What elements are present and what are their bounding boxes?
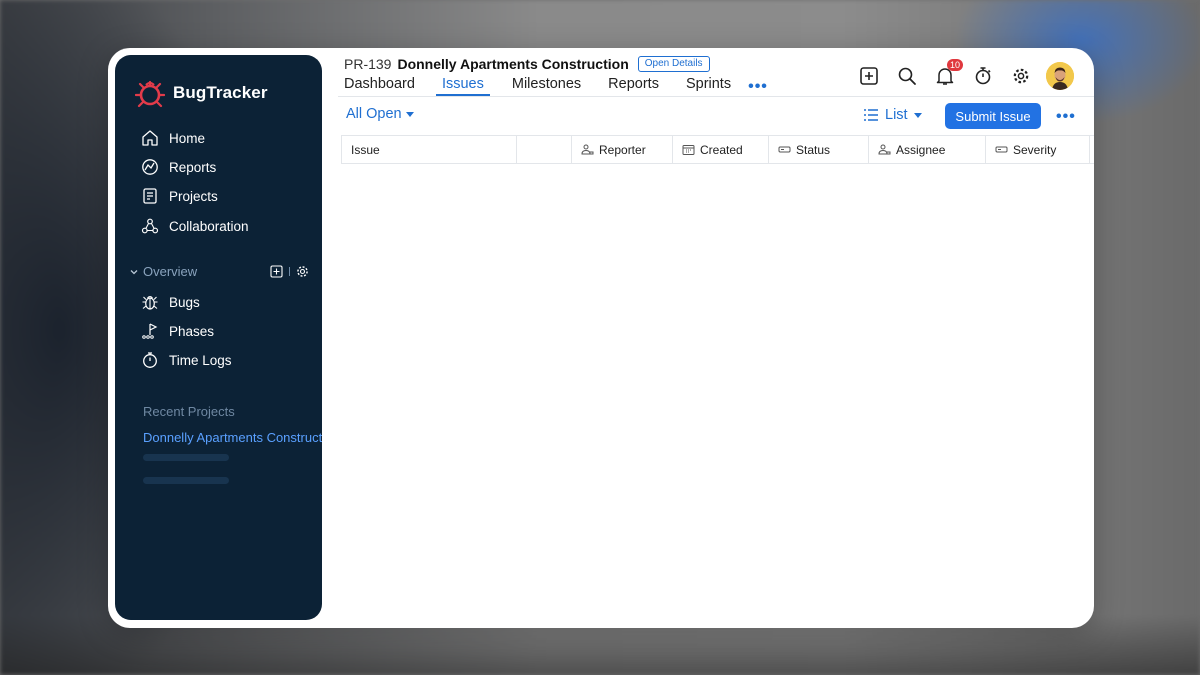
user-avatar[interactable] xyxy=(1046,62,1074,90)
caret-down-icon xyxy=(405,111,414,117)
tab-reports[interactable]: Reports xyxy=(608,76,659,95)
sidebar-item-label: Bugs xyxy=(169,294,200,310)
app-name: BugTracker xyxy=(173,83,268,102)
person-icon xyxy=(878,144,891,155)
header-divider xyxy=(338,96,1094,97)
sidebar-item-reports[interactable]: Reports xyxy=(141,158,216,176)
project-title: Donnelly Apartments Construction xyxy=(397,56,629,72)
overview-section-header[interactable]: Overview xyxy=(129,264,309,279)
view-label: List xyxy=(885,107,908,123)
main-content: PR-139 Donnelly Apartments Construction … xyxy=(338,48,1094,628)
status-icon xyxy=(778,146,791,153)
column-header-status[interactable]: Status xyxy=(769,136,869,163)
project-header: PR-139 Donnelly Apartments Construction … xyxy=(344,56,710,72)
column-header-assignee[interactable]: Assignee xyxy=(869,136,986,163)
chevron-down-icon xyxy=(130,269,138,274)
loading-placeholder xyxy=(143,477,229,484)
tab-milestones[interactable]: Milestones xyxy=(512,76,581,95)
more-options-button[interactable]: ••• xyxy=(1056,108,1076,126)
search-icon[interactable] xyxy=(896,65,918,87)
column-label: Severity xyxy=(1013,142,1057,157)
bell-icon[interactable]: 10 xyxy=(934,59,963,87)
issues-table-header: Issue Reporter Created Status Assignee S… xyxy=(341,135,1094,164)
sidebar-item-bugs[interactable]: Bugs xyxy=(141,293,200,311)
column-header-reporter[interactable]: Reporter xyxy=(572,136,673,163)
home-icon xyxy=(141,129,159,147)
bug-icon xyxy=(141,293,159,311)
notification-count: 10 xyxy=(946,59,963,71)
phases-icon xyxy=(141,322,159,340)
view-selector[interactable]: List xyxy=(863,107,922,123)
recent-project-link[interactable]: Donnelly Apartments Construction xyxy=(143,430,322,445)
column-label: Created xyxy=(700,142,743,157)
collaboration-icon xyxy=(141,217,159,235)
more-tabs-button[interactable]: ••• xyxy=(748,78,768,96)
timer-icon[interactable] xyxy=(972,65,994,87)
header-actions: 10 xyxy=(842,59,1074,90)
calendar-icon xyxy=(682,145,695,155)
projects-icon xyxy=(141,187,159,205)
recent-projects-label: Recent Projects xyxy=(143,404,235,419)
gear-icon[interactable] xyxy=(296,265,309,278)
sidebar-item-label: Time Logs xyxy=(169,352,232,368)
sidebar-item-phases[interactable]: Phases xyxy=(141,322,214,340)
loading-placeholder xyxy=(143,454,229,461)
column-label: Reporter xyxy=(599,142,646,157)
add-icon[interactable] xyxy=(858,65,880,87)
open-details-button[interactable]: Open Details xyxy=(637,56,710,72)
submit-issue-button[interactable]: Submit Issue xyxy=(945,103,1041,129)
person-icon xyxy=(581,144,594,155)
column-header-severity[interactable]: Severity xyxy=(986,136,1090,163)
sidebar-item-label: Projects xyxy=(169,188,218,204)
column-label: Issue xyxy=(351,142,380,157)
section-label: Overview xyxy=(143,264,198,279)
sidebar-item-label: Phases xyxy=(169,323,215,339)
project-tabs: Dashboard Issues Milestones Reports Spri… xyxy=(344,76,768,96)
filter-label: All Open xyxy=(346,106,402,122)
tab-dashboard[interactable]: Dashboard xyxy=(344,76,415,95)
settings-icon[interactable] xyxy=(1010,65,1032,87)
sidebar-item-projects[interactable]: Projects xyxy=(141,187,218,205)
column-header-issue[interactable]: Issue xyxy=(341,136,517,163)
caret-down-icon xyxy=(913,112,922,118)
add-icon[interactable] xyxy=(270,265,283,278)
column-header-created[interactable]: Created xyxy=(673,136,769,163)
list-icon xyxy=(864,109,878,121)
severity-icon xyxy=(995,146,1008,153)
stopwatch-icon xyxy=(141,351,159,369)
sidebar-item-collaboration[interactable]: Collaboration xyxy=(141,217,249,235)
tab-sprints[interactable]: Sprints xyxy=(686,76,731,95)
sidebar-item-label: Reports xyxy=(169,159,217,175)
sidebar-item-time-logs[interactable]: Time Logs xyxy=(141,351,232,369)
sidebar-item-label: Home xyxy=(169,130,206,146)
column-label: Assignee xyxy=(896,142,946,157)
column-label: Status xyxy=(796,142,831,157)
bug-logo-icon xyxy=(135,80,165,108)
sidebar-item-label: Collaboration xyxy=(169,218,249,234)
column-header-blank xyxy=(517,136,572,163)
tab-issues[interactable]: Issues xyxy=(435,76,490,96)
app-window: BugTracker Home Reports Projects Collabo… xyxy=(108,48,1094,628)
project-id: PR-139 xyxy=(344,56,392,72)
divider xyxy=(289,267,290,276)
brand[interactable]: BugTracker xyxy=(135,77,268,109)
sidebar-item-home[interactable]: Home xyxy=(141,129,205,147)
reports-icon xyxy=(141,158,159,176)
sidebar: BugTracker Home Reports Projects Collabo… xyxy=(115,55,322,620)
filter-dropdown[interactable]: All Open xyxy=(346,106,414,122)
